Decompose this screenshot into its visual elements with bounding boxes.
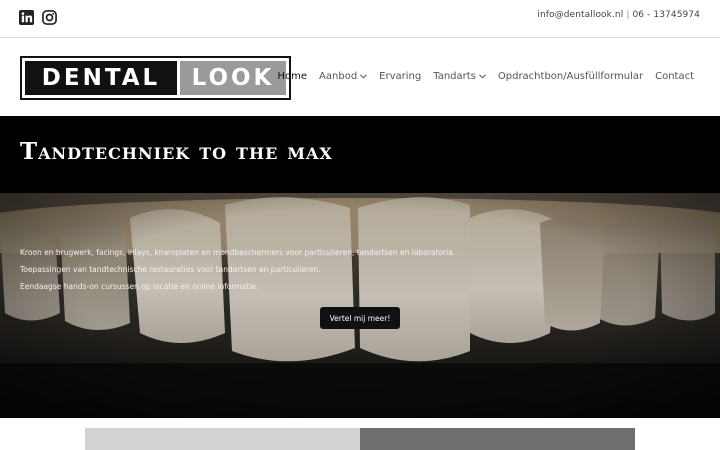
teeth-photo-illustration <box>0 193 720 418</box>
hero-line: Kroon en brugwerk, facings, inlays, knar… <box>20 248 456 257</box>
nav-item-opdrachtbon[interactable]: Opdrachtbon/Ausfüllformular <box>498 71 643 82</box>
hero-image: Kroon en brugwerk, facings, inlays, knar… <box>0 193 720 418</box>
main-nav: Home Aanbod Ervaring Tandarts Opdrachtbo… <box>278 71 694 82</box>
site-logo[interactable]: DENTAL LOOK <box>20 56 291 100</box>
content-panel-left <box>85 428 360 450</box>
nav-item-label: Aanbod <box>319 71 358 82</box>
contact-separator: | <box>626 10 630 20</box>
hero-line: Toepassingen van tandtechnische restaura… <box>20 265 321 274</box>
content-panel-right <box>360 428 635 450</box>
nav-item-home[interactable]: Home <box>278 71 308 82</box>
social-links <box>19 10 57 25</box>
logo-text-dental: DENTAL <box>25 61 177 95</box>
chevron-down-icon <box>360 74 368 79</box>
nav-item-contact[interactable]: Contact <box>655 71 694 82</box>
nav-item-label: Home <box>277 71 308 82</box>
hero-line: Eendaagse hands-on cursussen op locatie … <box>20 282 259 291</box>
top-bar: info@dentallook.nl | 06 - 13745974 <box>0 0 720 38</box>
linkedin-icon[interactable] <box>19 10 34 25</box>
nav-item-tandarts[interactable]: Tandarts <box>433 71 486 82</box>
nav-item-label: Tandarts <box>433 71 476 82</box>
nav-item-label: Opdrachtbon/Ausfüllformular <box>497 71 644 82</box>
nav-item-label: Contact <box>655 71 694 82</box>
contact-line: info@dentallook.nl | 06 - 13745974 <box>537 10 700 20</box>
phone-link[interactable]: 06 - 13745974 <box>632 10 700 20</box>
logo-text-look: LOOK <box>180 61 286 95</box>
nav-item-label: Ervaring <box>379 71 422 82</box>
hero-title-band: Tandtechniek to the max <box>0 116 720 193</box>
nav-item-ervaring[interactable]: Ervaring <box>379 71 421 82</box>
instagram-icon[interactable] <box>42 10 57 25</box>
tell-me-more-button[interactable]: Vertel mij meer! <box>320 307 400 329</box>
nav-item-aanbod[interactable]: Aanbod <box>319 71 368 82</box>
email-link[interactable]: info@dentallook.nl <box>537 10 623 20</box>
hero-text: Kroon en brugwerk, facings, inlays, knar… <box>20 244 455 295</box>
hero-title: Tandtechniek to the max <box>20 138 333 165</box>
chevron-down-icon <box>478 74 486 79</box>
site-header: DENTAL LOOK Home Aanbod Ervaring Tandart… <box>0 39 720 116</box>
